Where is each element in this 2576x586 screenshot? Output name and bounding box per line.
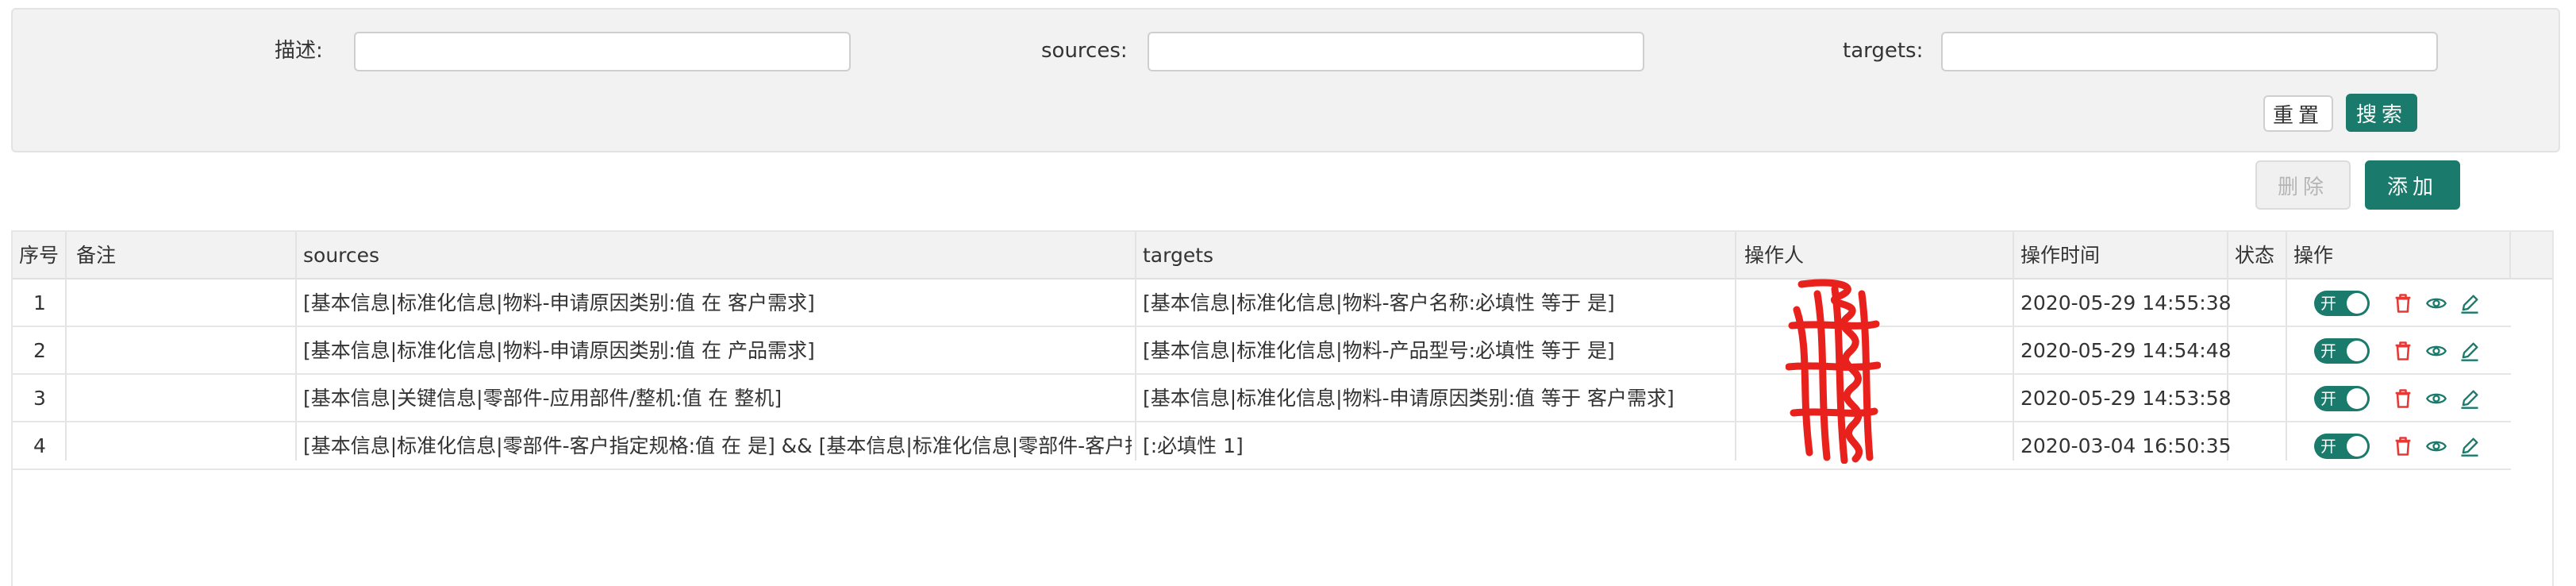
col-sources[interactable]: sources: [303, 244, 379, 268]
add-button[interactable]: 添加: [2365, 160, 2460, 210]
row-targets: [基本信息|标准化信息|物料-申请原因类别:值 等于 客户需求]: [1143, 387, 1674, 410]
col-remark[interactable]: 备注: [76, 244, 116, 268]
table-row[interactable]: 3 [基本信息|关键信息|零部件-应用部件/整机:值 在 整机] [基本信息|标…: [13, 375, 2511, 422]
row-sources: [基本信息|标准化信息|物料-申请原因类别:值 在 产品需求]: [303, 339, 815, 362]
row-targets: [:必填性 1]: [1143, 434, 1244, 457]
row-op-time: 2020-05-29 14:55:38: [2020, 291, 2232, 314]
col-op-time[interactable]: 操作时间: [2020, 244, 2100, 268]
row-sources: [基本信息|标准化信息|物料-申请原因类别:值 在 客户需求]: [303, 291, 815, 314]
column-divider: [2509, 232, 2511, 280]
status-toggle-label: 开: [2320, 389, 2336, 408]
sources-input[interactable]: [1148, 32, 1644, 71]
trash-icon[interactable]: [2392, 435, 2414, 457]
row-index: 1: [33, 291, 46, 314]
trash-icon[interactable]: [2392, 340, 2414, 362]
desc-label: 描述:: [275, 39, 323, 63]
status-toggle-label: 开: [2320, 341, 2336, 360]
table-header: 序号 备注 sources targets 操作人 操作时间 状态 操作: [13, 232, 2552, 280]
table-row[interactable]: 1 [基本信息|标准化信息|物料-申请原因类别:值 在 客户需求] [基本信息|…: [13, 280, 2511, 327]
row-op-time: 2020-03-04 16:50:35: [2020, 434, 2232, 457]
table-row[interactable]: 4 [基本信息|标准化信息|零部件-客户指定规格:值 在 是] && [基本信息…: [13, 422, 2511, 470]
row-op-time: 2020-05-29 14:53:58: [2020, 387, 2232, 410]
status-toggle[interactable]: 开: [2314, 291, 2370, 316]
col-status[interactable]: 状态: [2235, 244, 2274, 268]
eye-icon[interactable]: [2425, 435, 2447, 457]
sources-label: sources:: [1041, 39, 1128, 63]
status-toggle[interactable]: 开: [2314, 434, 2370, 459]
row-op-time: 2020-05-29 14:54:48: [2020, 339, 2232, 362]
col-operator[interactable]: 操作人: [1744, 244, 1804, 268]
toggle-knob: [2347, 388, 2367, 409]
delete-button[interactable]: 删除: [2255, 160, 2351, 210]
eye-icon[interactable]: [2425, 292, 2447, 314]
pencil-icon[interactable]: [2459, 387, 2481, 410]
row-targets: [基本信息|标准化信息|物料-产品型号:必填性 等于 是]: [1143, 339, 1615, 362]
desc-input[interactable]: [354, 32, 851, 71]
pencil-icon[interactable]: [2459, 435, 2481, 457]
row-index: 2: [33, 339, 46, 362]
targets-label: targets:: [1843, 39, 1924, 63]
status-toggle-label: 开: [2320, 294, 2336, 313]
status-toggle[interactable]: 开: [2314, 338, 2370, 364]
redaction-scribble: [1786, 279, 1881, 464]
filter-panel: 描述: sources: targets: 重置 搜索: [11, 8, 2560, 152]
col-index[interactable]: 序号: [19, 244, 59, 268]
pencil-icon[interactable]: [2459, 292, 2481, 314]
eye-icon[interactable]: [2425, 387, 2447, 410]
row-index: 3: [33, 387, 46, 410]
row-targets: [基本信息|标准化信息|物料-客户名称:必填性 等于 是]: [1143, 291, 1615, 314]
col-targets[interactable]: targets: [1143, 244, 1213, 268]
status-toggle-label: 开: [2320, 437, 2336, 456]
row-sources: [基本信息|标准化信息|零部件-客户指定规格:值 在 是] && [基本信息|标…: [303, 434, 1132, 457]
table-row[interactable]: 2 [基本信息|标准化信息|物料-申请原因类别:值 在 产品需求] [基本信息|…: [13, 327, 2511, 375]
status-toggle[interactable]: 开: [2314, 386, 2370, 411]
eye-icon[interactable]: [2425, 340, 2447, 362]
search-button[interactable]: 搜索: [2346, 94, 2417, 132]
reset-button[interactable]: 重置: [2263, 95, 2333, 132]
col-actions: 操作: [2293, 244, 2334, 267]
row-sources: [基本信息|关键信息|零部件-应用部件/整机:值 在 整机]: [303, 387, 782, 410]
trash-icon[interactable]: [2392, 387, 2414, 410]
pencil-icon[interactable]: [2459, 340, 2481, 362]
row-index: 4: [33, 434, 46, 457]
targets-input[interactable]: [1941, 32, 2438, 71]
rules-table: 序号 备注 sources targets 操作人 操作时间 状态 操作 1 […: [11, 230, 2554, 586]
trash-icon[interactable]: [2392, 292, 2414, 314]
toggle-knob: [2347, 293, 2367, 314]
toggle-knob: [2347, 341, 2367, 361]
toggle-knob: [2347, 436, 2367, 457]
